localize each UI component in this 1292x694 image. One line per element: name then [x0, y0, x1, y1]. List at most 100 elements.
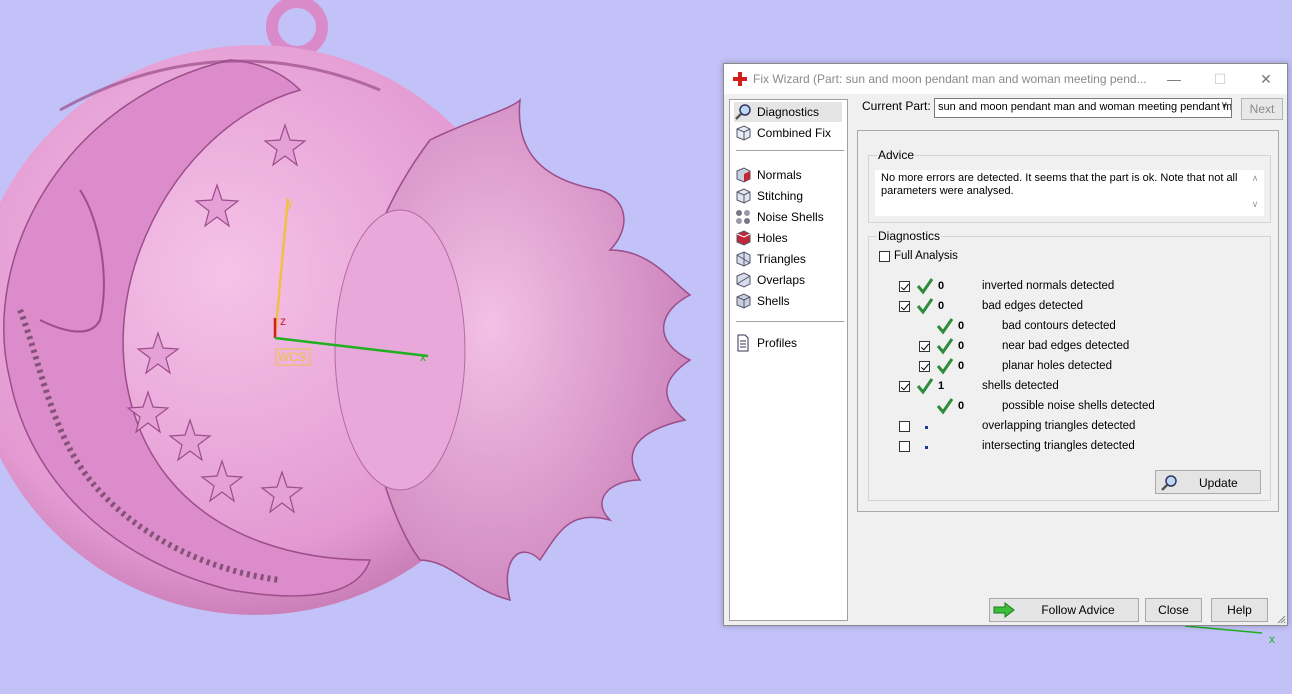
- planar-holes-checkbox[interactable]: [919, 361, 930, 372]
- noise-shells-icon: [736, 210, 750, 224]
- stitching-cube-icon: [736, 188, 751, 204]
- bad-contours-count: 0: [958, 320, 965, 332]
- document-icon: [737, 334, 749, 352]
- nav-item-label: Combined Fix: [757, 126, 832, 140]
- chevron-down-icon: ∨: [1220, 100, 1228, 111]
- green-arrow-icon: [993, 602, 1015, 618]
- advice-group: Advice No more errors are detected. It s…: [868, 148, 1271, 223]
- follow-advice-label: Follow Advice: [1041, 603, 1115, 617]
- bad-contours-text: bad contours detected: [1002, 320, 1116, 332]
- sun-face: [334, 209, 466, 491]
- advice-scrollbar[interactable]: ∧ ∨: [1249, 172, 1261, 214]
- pendant-loop: [266, 0, 328, 58]
- overlapping-triangles-checkbox[interactable]: [899, 421, 910, 432]
- full-analysis-label: Full Analysis: [894, 250, 958, 262]
- resize-grip-icon[interactable]: [1276, 614, 1286, 624]
- nav-separator: [736, 321, 844, 322]
- corner-x-axis-label: x: [1269, 632, 1275, 646]
- current-part-value: sun and moon pendant man and woman meeti…: [938, 101, 1232, 113]
- nav-item-noise-shells[interactable]: Noise Shells: [734, 207, 824, 227]
- current-part-select[interactable]: sun and moon pendant man and woman meeti…: [934, 98, 1232, 118]
- nav-item-shells[interactable]: Shells: [734, 291, 790, 311]
- green-check-icon: [916, 378, 934, 395]
- close-button[interactable]: Close: [1145, 598, 1202, 622]
- diagnostics-group-label: Diagnostics: [877, 229, 942, 243]
- title-bar[interactable]: Fix Wizard (Part: sun and moon pendant m…: [724, 64, 1287, 94]
- advice-text: No more errors are detected. It seems th…: [881, 172, 1238, 197]
- magnifier-icon: [1161, 475, 1177, 491]
- nav-item-label: Profiles: [757, 336, 798, 350]
- green-check-icon: [936, 398, 954, 415]
- green-check-icon: [936, 358, 954, 375]
- advice-text-box: No more errors are detected. It seems th…: [875, 170, 1264, 216]
- near-bad-edges-checkbox[interactable]: [919, 341, 930, 352]
- green-check-icon: [936, 318, 954, 335]
- nav-item-stitching[interactable]: Stitching: [734, 186, 803, 206]
- window-title: Fix Wizard (Part: sun and moon pendant m…: [753, 72, 1147, 86]
- current-part-label: Current Part:: [862, 99, 931, 113]
- nav-item-label: Shells: [757, 294, 790, 308]
- nav-item-label: Overlaps: [757, 273, 806, 287]
- nav-item-triangles[interactable]: Triangles: [734, 249, 806, 269]
- shells-text: shells detected: [982, 380, 1059, 392]
- cube-icon: [736, 125, 751, 141]
- nav-item-label: Stitching: [757, 189, 804, 203]
- nav-item-holes[interactable]: Holes: [734, 228, 788, 248]
- pending-dot-icon: [925, 426, 928, 429]
- nav-item-label: Triangles: [757, 252, 806, 266]
- nav-item-label: Normals: [757, 168, 802, 182]
- update-button-label: Update: [1199, 476, 1238, 490]
- nav-item-label: Holes: [757, 231, 788, 245]
- triangles-cube-icon: [736, 251, 751, 267]
- magnifier-icon: [735, 104, 751, 120]
- follow-advice-button[interactable]: Follow Advice: [989, 598, 1139, 622]
- noise-shells-count: 0: [958, 400, 965, 412]
- x-axis-label: x: [420, 350, 426, 364]
- inverted-normals-checkbox[interactable]: [899, 281, 910, 292]
- nav-item-profiles[interactable]: Profiles: [734, 333, 797, 353]
- shells-checkbox[interactable]: [899, 381, 910, 392]
- near-bad-edges-count: 0: [958, 340, 965, 352]
- nav-item-diagnostics[interactable]: Diagnostics: [734, 102, 842, 122]
- z-axis-label: z: [280, 314, 286, 328]
- wcs-label: WCS: [278, 350, 306, 364]
- holes-cube-icon: [736, 230, 751, 246]
- inverted-normals-text: inverted normals detected: [982, 280, 1115, 292]
- nav-separator: [736, 150, 844, 151]
- wizard-nav-list: Diagnostics Combined Fix Normals Stitchi…: [729, 99, 848, 621]
- nav-item-combined-fix[interactable]: Combined Fix: [734, 123, 831, 143]
- pending-dot-icon: [925, 446, 928, 449]
- next-button[interactable]: Next: [1241, 98, 1283, 120]
- overlapping-triangles-text: overlapping triangles detected: [982, 420, 1136, 432]
- y-axis-label: y: [287, 196, 293, 210]
- close-icon[interactable]: ✕: [1243, 64, 1289, 94]
- advice-group-label: Advice: [877, 148, 916, 162]
- bad-edges-text: bad edges detected: [982, 300, 1084, 312]
- bad-edges-checkbox[interactable]: [899, 301, 910, 312]
- green-check-icon: [936, 338, 954, 355]
- green-check-icon: [916, 298, 934, 315]
- bad-edges-count: 0: [938, 300, 945, 312]
- normals-cube-icon: [736, 167, 751, 183]
- update-button[interactable]: Update: [1155, 470, 1261, 494]
- inverted-normals-count: 0: [938, 280, 945, 292]
- planar-holes-text: planar holes detected: [1002, 360, 1112, 372]
- overlaps-cube-icon: [736, 272, 751, 288]
- corner-x-axis: [1184, 625, 1263, 634]
- fix-wizard-dialog: Fix Wizard (Part: sun and moon pendant m…: [723, 63, 1288, 626]
- maximize-icon[interactable]: ☐: [1197, 64, 1243, 94]
- minimize-icon[interactable]: —: [1151, 64, 1197, 94]
- noise-shells-text: possible noise shells detected: [1002, 400, 1155, 412]
- nav-item-label: Noise Shells: [757, 210, 824, 224]
- shells-cube-icon: [736, 293, 751, 309]
- near-bad-edges-text: near bad edges detected: [1002, 340, 1130, 352]
- nav-item-label: Diagnostics: [757, 105, 820, 119]
- full-analysis-checkbox[interactable]: [879, 251, 890, 262]
- planar-holes-count: 0: [958, 360, 965, 372]
- help-button[interactable]: Help: [1211, 598, 1268, 622]
- nav-item-normals[interactable]: Normals: [734, 165, 802, 185]
- red-cross-icon: [733, 72, 747, 86]
- nav-item-overlaps[interactable]: Overlaps: [734, 270, 805, 290]
- green-check-icon: [916, 278, 934, 295]
- intersecting-triangles-checkbox[interactable]: [899, 441, 910, 452]
